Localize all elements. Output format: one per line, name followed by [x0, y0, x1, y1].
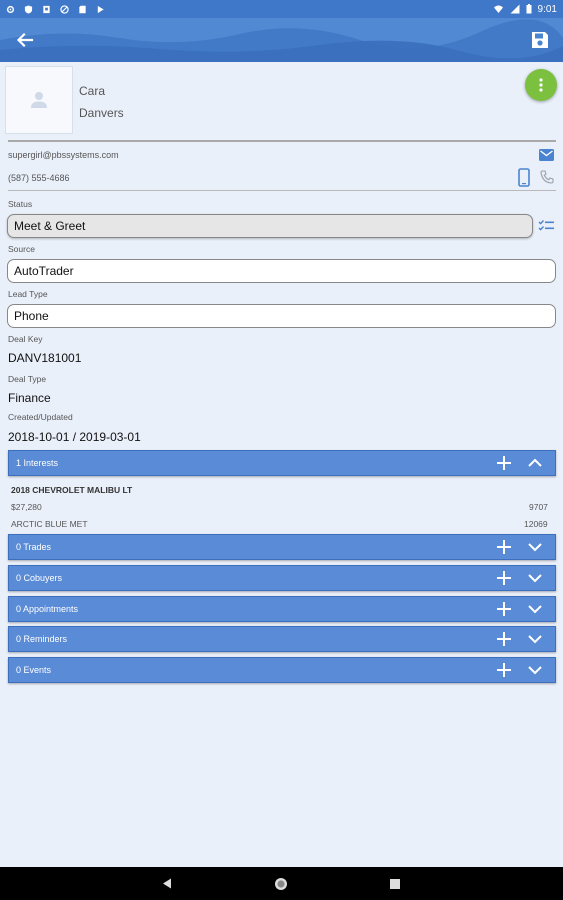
section-trades[interactable]: 0 Trades: [8, 534, 556, 560]
section-label: 0 Trades: [16, 542, 52, 552]
battery-icon: [526, 4, 532, 14]
contact-phone[interactable]: (587) 555-4686: [8, 173, 70, 183]
person-icon: [31, 92, 47, 108]
interest-vehicle-name[interactable]: 2018 CHEVROLET MALIBU LT: [11, 485, 132, 495]
app-bar-background: [0, 18, 563, 62]
checklist-icon[interactable]: [538, 219, 554, 232]
wifi-icon: [493, 5, 503, 13]
add-icon[interactable]: [497, 632, 511, 646]
section-interests[interactable]: 1 Interests: [8, 450, 556, 476]
status-time: 9:01: [537, 3, 557, 15]
section-label: 0 Reminders: [16, 634, 68, 644]
interest-color: ARCTIC BLUE MET: [11, 519, 88, 529]
header-divider: [8, 140, 556, 142]
section-label: 0 Cobuyers: [16, 573, 63, 583]
status-bar: 9:01: [0, 0, 563, 18]
add-icon[interactable]: [497, 663, 511, 677]
source-value: AutoTrader: [14, 264, 74, 278]
shield-icon: [24, 4, 33, 14]
contact-email[interactable]: supergirl@pbssystems.com: [8, 150, 119, 160]
deal-key-label: Deal Key: [8, 334, 43, 344]
contact-last-name: Danvers: [79, 106, 124, 120]
section-events[interactable]: 0 Events: [8, 657, 556, 683]
section-label: 1 Interests: [16, 458, 59, 468]
blocked-icon: [60, 4, 69, 14]
section-appointments[interactable]: 0 Appointments: [8, 596, 556, 622]
save-icon[interactable]: [529, 29, 551, 51]
interest-stock-number: 9707: [529, 502, 548, 512]
add-icon[interactable]: [497, 602, 511, 616]
add-icon[interactable]: [497, 571, 511, 585]
created-updated-label: Created/Updated: [8, 412, 73, 422]
lead-type-field[interactable]: Phone: [7, 304, 556, 328]
nav-back-icon[interactable]: [162, 878, 172, 889]
add-icon[interactable]: [497, 456, 511, 470]
deal-type-value: Finance: [8, 391, 51, 405]
add-icon[interactable]: [497, 540, 511, 554]
app-bar: [0, 18, 563, 62]
section-reminders[interactable]: 0 Reminders: [8, 626, 556, 652]
contact-first-name: Cara: [79, 84, 106, 98]
sim-icon: [43, 5, 50, 13]
more-vert-icon: [539, 78, 543, 92]
section-label: 0 Appointments: [16, 604, 79, 614]
status-label: Status: [8, 199, 33, 209]
chevron-down-icon[interactable]: [528, 633, 542, 645]
deal-type-label: Deal Type: [8, 374, 47, 384]
lead-type-label: Lead Type: [8, 289, 48, 299]
more-options-button[interactable]: [525, 69, 557, 101]
section-label: 0 Events: [16, 665, 52, 675]
chevron-down-icon[interactable]: [528, 572, 542, 584]
settings-icon: [6, 5, 15, 13]
info-divider: [8, 190, 556, 191]
source-label: Source: [8, 244, 35, 254]
sd-card-icon: [79, 5, 86, 13]
lead-type-value: Phone: [14, 309, 49, 323]
phone-icon[interactable]: [540, 170, 554, 184]
created-updated-value: 2018-10-01 / 2019-03-01: [8, 430, 141, 444]
smartphone-icon[interactable]: [518, 168, 530, 187]
signal-icon: [510, 4, 520, 14]
chevron-down-icon[interactable]: [528, 603, 542, 615]
back-arrow-icon[interactable]: [14, 29, 36, 51]
play-store-icon: [97, 5, 104, 13]
status-value: Meet & Greet: [14, 219, 86, 233]
source-field[interactable]: AutoTrader: [7, 259, 556, 283]
system-nav-bar: [0, 867, 563, 900]
deal-key-value: DANV181001: [8, 351, 82, 365]
chevron-up-icon[interactable]: [528, 457, 542, 469]
interest-price: $27,280: [11, 502, 42, 512]
interest-odometer: 12069: [524, 519, 548, 529]
nav-recents-icon[interactable]: [390, 879, 400, 889]
contact-avatar[interactable]: [5, 66, 73, 134]
nav-home-icon[interactable]: [274, 877, 288, 891]
section-cobuyers[interactable]: 0 Cobuyers: [8, 565, 556, 591]
status-select[interactable]: Meet & Greet: [7, 214, 533, 238]
email-icon[interactable]: [539, 149, 554, 161]
chevron-down-icon[interactable]: [528, 541, 542, 553]
chevron-down-icon[interactable]: [528, 664, 542, 676]
